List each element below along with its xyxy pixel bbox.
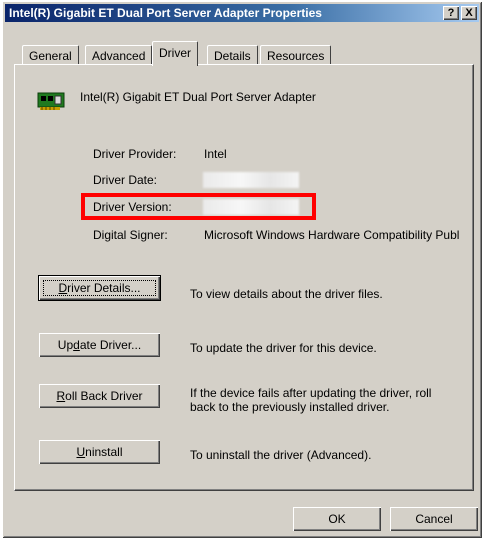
roll-back-description-line2: back to the previously installed driver. <box>190 400 390 414</box>
driver-content: Intel(R) Gigabit ET Dual Port Server Ada… <box>0 0 484 539</box>
update-driver-button[interactable]: Update Driver... <box>39 333 160 357</box>
driver-date-value-redacted <box>203 172 299 188</box>
driver-details-description: To view details about the driver files. <box>190 287 383 301</box>
roll-back-description-line1: If the device fails after updating the d… <box>190 386 432 400</box>
ok-button[interactable]: OK <box>293 507 381 531</box>
roll-back-driver-button[interactable]: Roll Back Driver <box>39 384 160 408</box>
uninstall-description: To uninstall the driver (Advanced). <box>190 448 372 462</box>
driver-provider-label: Driver Provider: <box>93 147 177 161</box>
cancel-button[interactable]: Cancel <box>390 507 478 531</box>
digital-signer-value: Microsoft Windows Hardware Compatibility… <box>204 228 460 242</box>
driver-date-label: Driver Date: <box>93 173 158 187</box>
driver-version-highlight <box>81 193 316 220</box>
driver-details-button[interactable]: Driver Details... <box>39 276 160 300</box>
driver-provider-value: Intel <box>204 147 227 161</box>
digital-signer-label: Digital Signer: <box>93 228 168 242</box>
update-driver-description: To update the driver for this device. <box>190 341 377 355</box>
uninstall-button[interactable]: Uninstall <box>39 440 160 464</box>
device-name: Intel(R) Gigabit ET Dual Port Server Ada… <box>80 90 316 104</box>
network-adapter-icon <box>37 92 65 110</box>
